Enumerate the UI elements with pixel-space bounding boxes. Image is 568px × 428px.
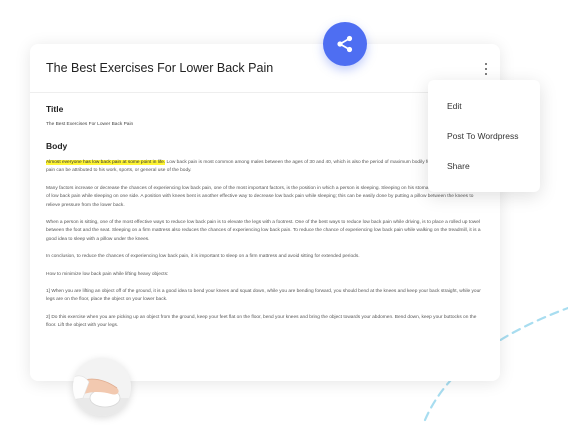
context-menu: Edit Post To Wordpress Share	[428, 80, 540, 192]
body-paragraph: How to minimize low back pain while lift…	[46, 271, 169, 277]
hand-on-mouse-illustration	[73, 358, 131, 416]
card-title: The Best Exercises For Lower Back Pain	[46, 61, 274, 75]
document-content: Title The Best Exercises For Lower Back …	[46, 102, 486, 335]
menu-item-share[interactable]: Share	[447, 161, 470, 171]
body-paragraph: 1] When you are lifting an object off of…	[46, 289, 481, 303]
highlighted-text: Almost everyone has low back pain at som…	[46, 160, 166, 165]
title-value: The Best Exercises For Lower Back Pain	[46, 122, 134, 127]
more-vertical-icon[interactable]	[482, 63, 490, 75]
title-section-label: Title	[46, 104, 64, 114]
body-section-label: Body	[46, 141, 68, 151]
menu-item-edit[interactable]: Edit	[447, 101, 462, 111]
avatar-image	[73, 358, 131, 416]
body-paragraph: 2] Do this exercise when you are picking…	[46, 314, 477, 329]
share-button[interactable]	[323, 22, 367, 66]
body-paragraph: In conclusion, to reduce the chances of …	[46, 254, 360, 260]
body-paragraph: When a person is sitting, one of the mos…	[46, 220, 481, 242]
body-paragraph: Almost everyone has low back pain at som…	[46, 159, 486, 176]
share-icon	[337, 35, 353, 53]
menu-item-post-to-wordpress[interactable]: Post To Wordpress	[447, 131, 519, 141]
body-paragraph: Many factors increase or decrease the ch…	[46, 185, 483, 208]
